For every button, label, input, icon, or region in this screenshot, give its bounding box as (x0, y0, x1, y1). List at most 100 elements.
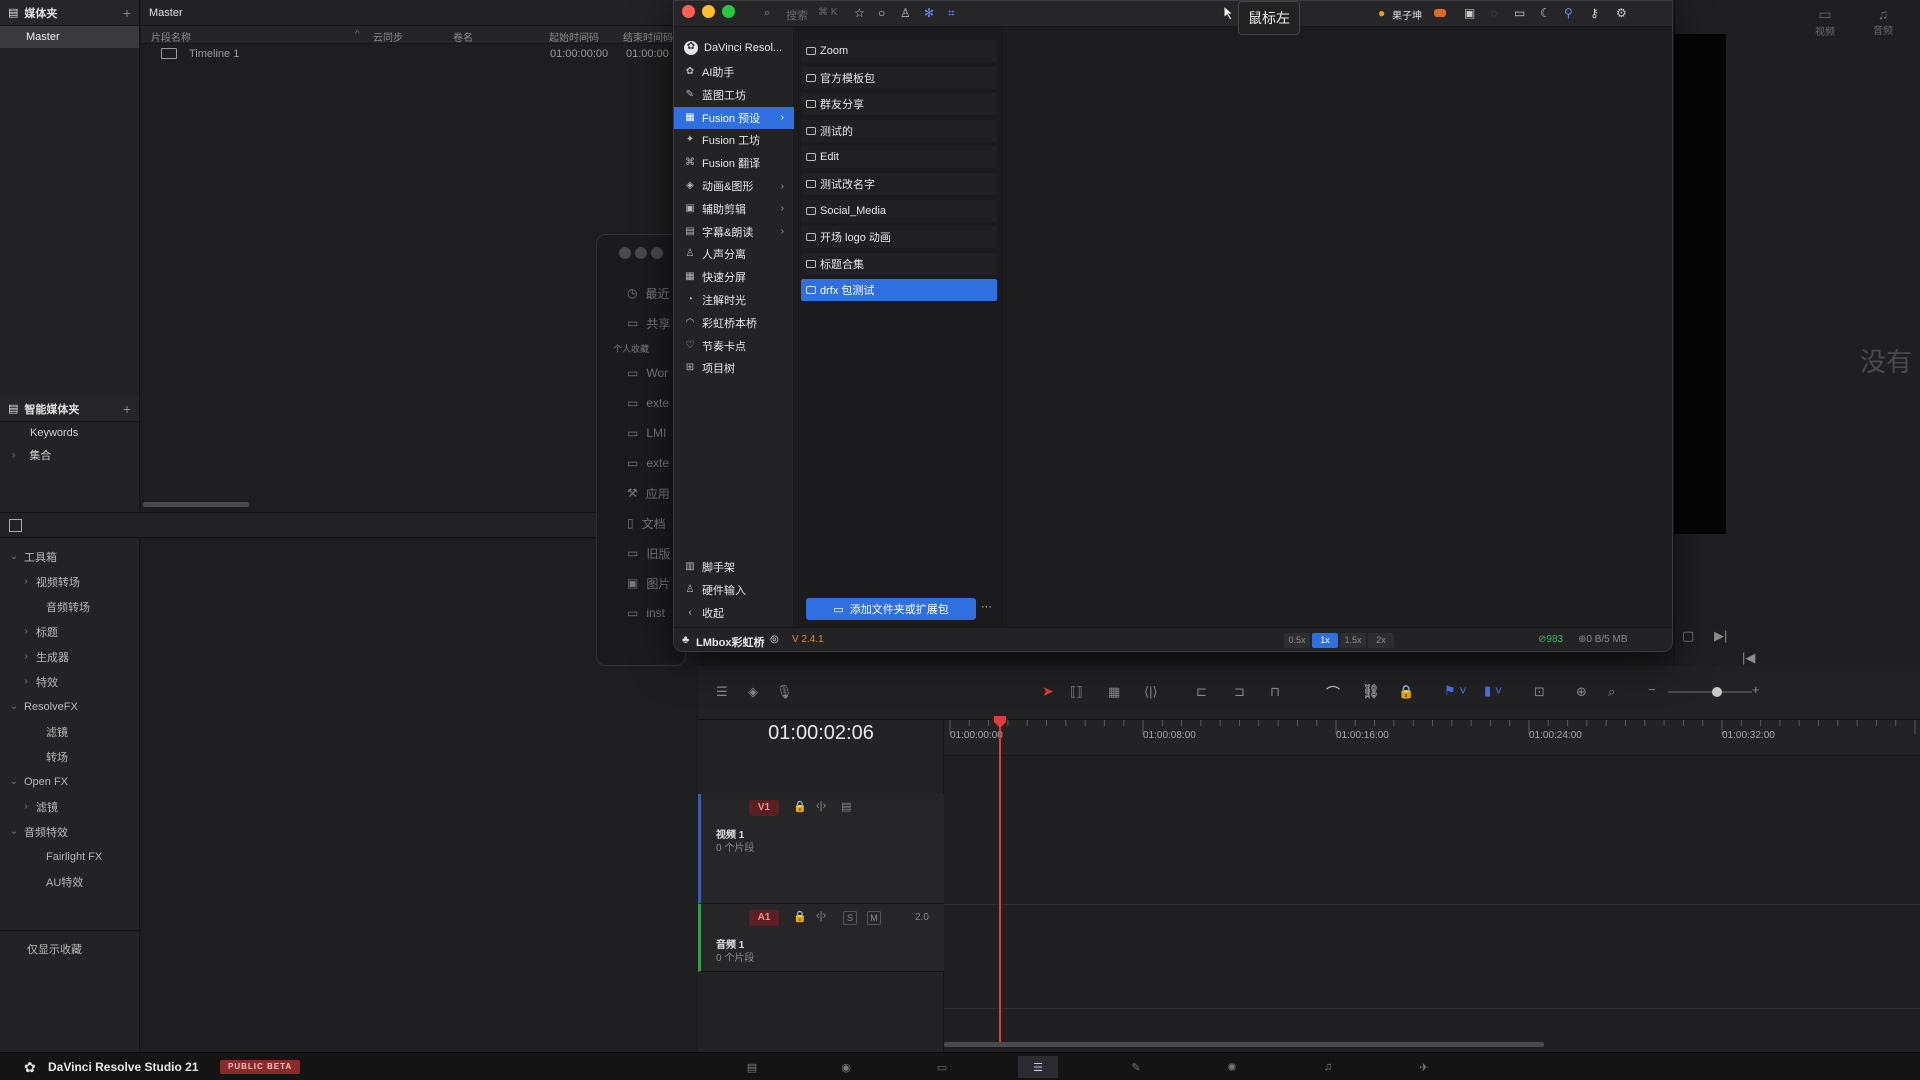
finder-sidebar-item[interactable]: ◷ 最近 (597, 278, 685, 308)
sidebar-item[interactable]: ▦ Fusion 预设 › (674, 106, 794, 129)
finder-sidebar-item[interactable]: ▭ Wor (597, 358, 685, 388)
star-icon[interactable]: ☆ (854, 6, 865, 20)
maximize-button[interactable] (722, 5, 735, 18)
calendar-icon[interactable]: ▣ (1464, 6, 1475, 20)
lock-icon[interactable]: 🔒 (793, 800, 807, 813)
flag-icon[interactable]: ⚑ ˅ (1444, 683, 1467, 699)
playhead-line[interactable] (999, 718, 1001, 1042)
finder-sidebar-item[interactable]: ▭ exte (597, 448, 685, 478)
favorites-only-toggle[interactable]: 仅显示收藏 (27, 941, 82, 957)
speed-0-5x[interactable]: 0.5x (1284, 633, 1310, 648)
chevron-down-icon[interactable]: ⌄ (8, 776, 20, 787)
effects-tree-item[interactable]: › 标题 (0, 619, 139, 644)
preset-folder-item[interactable]: 群友分享 (801, 93, 997, 116)
avatar[interactable]: ● (1378, 6, 1385, 20)
finder-sidebar-item[interactable]: ▭ exte (597, 388, 685, 418)
scan-icon[interactable]: ⌗ (948, 6, 955, 21)
preset-folder-item[interactable]: 测试改名字 (801, 173, 997, 195)
page-tab-deliver[interactable]: ✈ (1404, 1056, 1444, 1078)
circle-icon[interactable]: ○ (878, 6, 885, 20)
viewer-tab-audio[interactable]: ♫ 音频 (1868, 6, 1898, 37)
zoom-slider-handle[interactable] (1712, 687, 1722, 697)
overwrite-clip-icon[interactable]: ⊐ (1234, 684, 1245, 700)
horizontal-scrollbar[interactable] (143, 502, 249, 507)
effects-tree-item[interactable]: › 特效 (0, 669, 139, 694)
preset-folder-item[interactable]: 开场 logo 动画 (801, 226, 997, 249)
finder-sidebar-item[interactable]: ⚒ 应用 (597, 478, 685, 508)
add-smart-bin-icon[interactable]: + (123, 401, 131, 417)
clip-row[interactable]: Timeline 1 01:00:00:00 01:00:00 (141, 44, 677, 64)
sidebar-item[interactable]: ⌘ Fusion 翻译 (674, 152, 794, 174)
loop-icon[interactable]: ▢ (1682, 628, 1694, 644)
timeline-scrollbar[interactable] (944, 1042, 1544, 1047)
preset-folder-item[interactable]: 标题合集 (801, 252, 997, 275)
sidebar-item[interactable]: ♙ 人声分离 (674, 243, 794, 265)
chevron-right-icon[interactable]: › (20, 801, 32, 812)
lock-icon[interactable]: 🔒 (793, 910, 807, 923)
auto-select-icon[interactable]: ‹|› (816, 910, 826, 922)
sidebar-item[interactable]: ⊞ 项目树 (674, 357, 794, 379)
dynamic-trim-icon[interactable]: ▦ (1108, 684, 1120, 700)
chevron-right-icon[interactable]: › (20, 576, 32, 587)
effects-tree-item[interactable]: AU特效 (0, 869, 139, 894)
finder-sidebar-item[interactable]: ▭ inst (597, 598, 685, 628)
track-id-a1[interactable]: A1 (749, 910, 779, 926)
effects-tree-item[interactable]: 转场 (0, 744, 139, 769)
speed-1-5x[interactable]: 1.5x (1340, 633, 1366, 648)
bin-master[interactable]: Master (0, 26, 139, 48)
minimize-button[interactable] (702, 5, 715, 18)
effects-tree-item[interactable]: ⌄ 音频特效 (0, 819, 139, 844)
zoom-full-icon[interactable]: ⊡ (1534, 684, 1545, 700)
sidebar-item[interactable]: ◈ 动画&图形 › (674, 175, 794, 197)
effects-tree-item[interactable]: Fairlight FX (0, 844, 139, 869)
finder-sidebar-item[interactable]: ▭ LMI (597, 418, 685, 448)
current-timecode[interactable]: 01:00:02:06 (698, 722, 944, 745)
mixer-icon[interactable]: ◈ (748, 684, 758, 700)
timeline-tracks-area[interactable] (944, 756, 1920, 1052)
mute-button[interactable]: M (867, 911, 881, 925)
track-header-v1[interactable]: V1 🔒 ‹|› ▤ 视频 1 0 个片段 (698, 794, 944, 904)
sidebar-item[interactable]: ✿ AI助手 (674, 61, 794, 83)
chevron-down-icon[interactable]: ⌄ (8, 701, 20, 712)
effects-tree-item[interactable]: ⌄ Open FX (0, 769, 139, 794)
sidebar-item[interactable]: ◠ 彩虹桥本桥 (674, 312, 794, 334)
effects-tree-item[interactable]: 滤镜 (0, 719, 139, 744)
trim-tool-icon[interactable]: ⟦⟧ (1070, 684, 1083, 700)
sidebar-bottom-item[interactable]: ♙ 硬件输入 (674, 579, 794, 601)
zoom-slider-track[interactable] (1668, 691, 1752, 693)
chat-icon[interactable]: ▭ (1514, 6, 1525, 20)
microphone-icon[interactable]: 🎙 (776, 684, 793, 700)
column-start-tc[interactable]: 起始时间码 (549, 29, 599, 44)
chevron-right-icon[interactable]: › (20, 676, 32, 687)
preset-folder-item[interactable]: 测试的 (801, 119, 997, 142)
key-icon[interactable]: ⚷ (1590, 6, 1599, 20)
column-end-tc[interactable]: 结束时间码 (623, 29, 673, 44)
marker-icon[interactable]: ▮ ˅ (1484, 683, 1502, 699)
page-tab-edit[interactable]: ▭ (922, 1056, 962, 1078)
blade-tool-icon[interactable]: ⟨|⟩ (1144, 684, 1158, 700)
chevron-down-icon[interactable]: ⌄ (8, 551, 20, 562)
zoom-custom-icon[interactable]: ⌕ (1608, 684, 1615, 700)
zoom-detail-icon[interactable]: ⊕ (1576, 684, 1587, 700)
search-icon[interactable]: ⌕ (764, 7, 770, 20)
speed-1x[interactable]: 1x (1312, 633, 1338, 648)
effects-tree-item[interactable]: ⌄ 工具箱 (0, 544, 139, 569)
page-tab-media[interactable]: ▤ (732, 1056, 772, 1078)
sidebar-item[interactable]: ▣ 辅助剪辑 › (674, 198, 794, 220)
page-tab-fusion-edit[interactable]: ☰ (1018, 1056, 1058, 1078)
go-to-start-icon[interactable]: |◀ (1742, 650, 1762, 666)
selection-tool-icon[interactable]: ➤ (1042, 683, 1054, 700)
preset-folder-item[interactable]: drfx 包测试 (801, 279, 997, 302)
sidebar-bottom-item[interactable]: ‹ 收起 (674, 602, 794, 624)
close-dot[interactable] (619, 247, 631, 259)
snapping-icon[interactable]: ⌒ (1326, 683, 1340, 703)
sidebar-bottom-item[interactable]: ▥ 脚手架 (674, 556, 794, 578)
chevron-right-icon[interactable]: › (20, 626, 32, 637)
zoom-in-icon[interactable]: + (1752, 682, 1760, 697)
speed-2x[interactable]: 2x (1368, 633, 1394, 648)
lightbulb-icon[interactable]: ◌ (1490, 6, 1497, 20)
insert-clip-icon[interactable]: ⊏ (1196, 684, 1207, 700)
page-tab-fusion[interactable]: ✎ (1116, 1056, 1156, 1078)
timeline-view-options-icon[interactable]: ☰ (716, 684, 728, 700)
add-bin-icon[interactable]: + (123, 5, 131, 21)
